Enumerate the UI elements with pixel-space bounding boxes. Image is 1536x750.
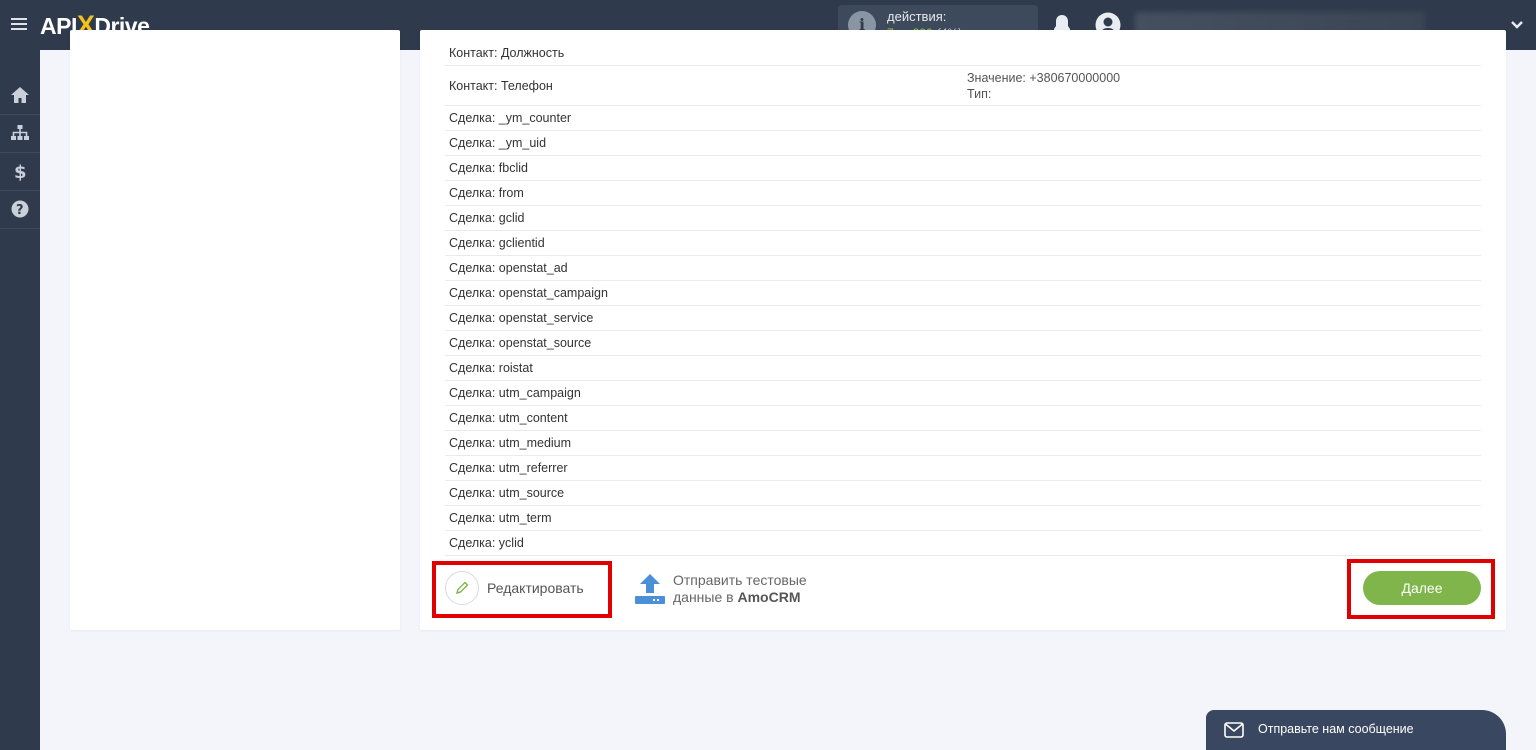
table-row: Сделка: openstat_campaign: [445, 281, 1481, 306]
svg-text:?: ?: [16, 203, 24, 218]
send-test-label: Отправить тестовые данные в AmoCRM: [673, 572, 807, 605]
field-name: Сделка: gclid: [449, 211, 525, 225]
dollar-icon: $: [14, 162, 27, 181]
field-name: Сделка: fbclid: [449, 161, 528, 175]
table-row: Сделка: gclid: [445, 206, 1481, 231]
field-name: Сделка: _ym_uid: [449, 136, 547, 150]
field-name: Сделка: utm_source: [449, 486, 565, 500]
field-name: Сделка: utm_medium: [449, 436, 572, 450]
menu-icon[interactable]: [11, 15, 27, 35]
table-row: Сделка: utm_content: [445, 406, 1481, 431]
upload-icon: [635, 574, 665, 604]
field-name: Сделка: openstat_source: [449, 336, 592, 350]
table-row: Сделка: _ym_counter: [445, 106, 1481, 131]
field-name: Сделка: yclid: [449, 536, 524, 550]
sidebar: $ ?: [0, 50, 40, 750]
table-row: Сделка: openstat_service: [445, 306, 1481, 331]
table-row: Сделка: roistat: [445, 356, 1481, 381]
table-row: Сделка: openstat_source: [445, 331, 1481, 356]
table-row: Сделка: utm_campaign: [445, 381, 1481, 406]
field-value: Значение: +380670000000 Тип:: [967, 71, 1121, 101]
table-row: Сделка: fbclid: [445, 156, 1481, 181]
field-name: Сделка: _ym_counter: [449, 111, 572, 125]
field-name: Сделка: openstat_ad: [449, 261, 568, 275]
field-name: Сделка: openstat_service: [449, 311, 594, 325]
table-row: Сделка: _ym_uid: [445, 131, 1481, 156]
sidebar-item-billing[interactable]: $: [0, 152, 40, 191]
table-row: Сделка: utm_term: [445, 506, 1481, 531]
actions-label: действия:: [887, 9, 947, 24]
sidebar-item-connections[interactable]: [0, 114, 40, 153]
envelope-icon: [1224, 722, 1244, 738]
highlight-edit: [432, 561, 612, 618]
data-preview-card: Контакт: Должность Контакт: Телефон Значен…: [420, 30, 1506, 630]
svg-text:$: $: [14, 162, 27, 181]
table-row: Сделка: gclientid: [445, 231, 1481, 256]
field-name: Сделка: openstat_campaign: [449, 286, 608, 300]
table-row: Сделка: from: [445, 181, 1481, 206]
sidebar-item-home[interactable]: [0, 76, 40, 115]
table-row: Контакт: Телефон Значение: +380670000000 Т…: [445, 66, 1481, 106]
field-name: Сделка: from: [449, 186, 524, 200]
chat-label: Отправьте нам сообщение: [1258, 722, 1414, 736]
field-name: Сделка: roistat: [449, 361, 533, 375]
field-name: Контакт: Телефон: [449, 79, 553, 93]
sitemap-icon: [11, 125, 29, 140]
sidebar-item-help[interactable]: ?: [0, 190, 40, 229]
send-test-data-button[interactable]: Отправить тестовые данные в AmoCRM: [633, 570, 807, 608]
table-row: Сделка: yclid: [445, 531, 1481, 556]
field-name: Контакт: Должность: [449, 46, 565, 60]
chat-widget[interactable]: Отправьте нам сообщение: [1206, 710, 1506, 750]
table-row: Сделка: utm_referrer: [445, 456, 1481, 481]
help-icon: ?: [11, 200, 29, 218]
table-row: Сделка: utm_source: [445, 481, 1481, 506]
left-panel: [70, 30, 400, 630]
table-row: Контакт: Должность: [445, 42, 1481, 66]
field-name: Сделка: gclientid: [449, 236, 545, 250]
field-name: Сделка: utm_campaign: [449, 386, 581, 400]
home-icon: [11, 87, 29, 103]
fields-table: Контакт: Должность Контакт: Телефон Значен…: [445, 42, 1481, 556]
field-name: Сделка: utm_term: [449, 511, 552, 525]
table-row: Сделка: utm_medium: [445, 431, 1481, 456]
field-name: Сделка: utm_referrer: [449, 461, 568, 475]
highlight-next: [1347, 559, 1495, 619]
chevron-down-icon[interactable]: [1510, 18, 1524, 32]
field-name: Сделка: utm_content: [449, 411, 568, 425]
table-row: Сделка: openstat_ad: [445, 256, 1481, 281]
